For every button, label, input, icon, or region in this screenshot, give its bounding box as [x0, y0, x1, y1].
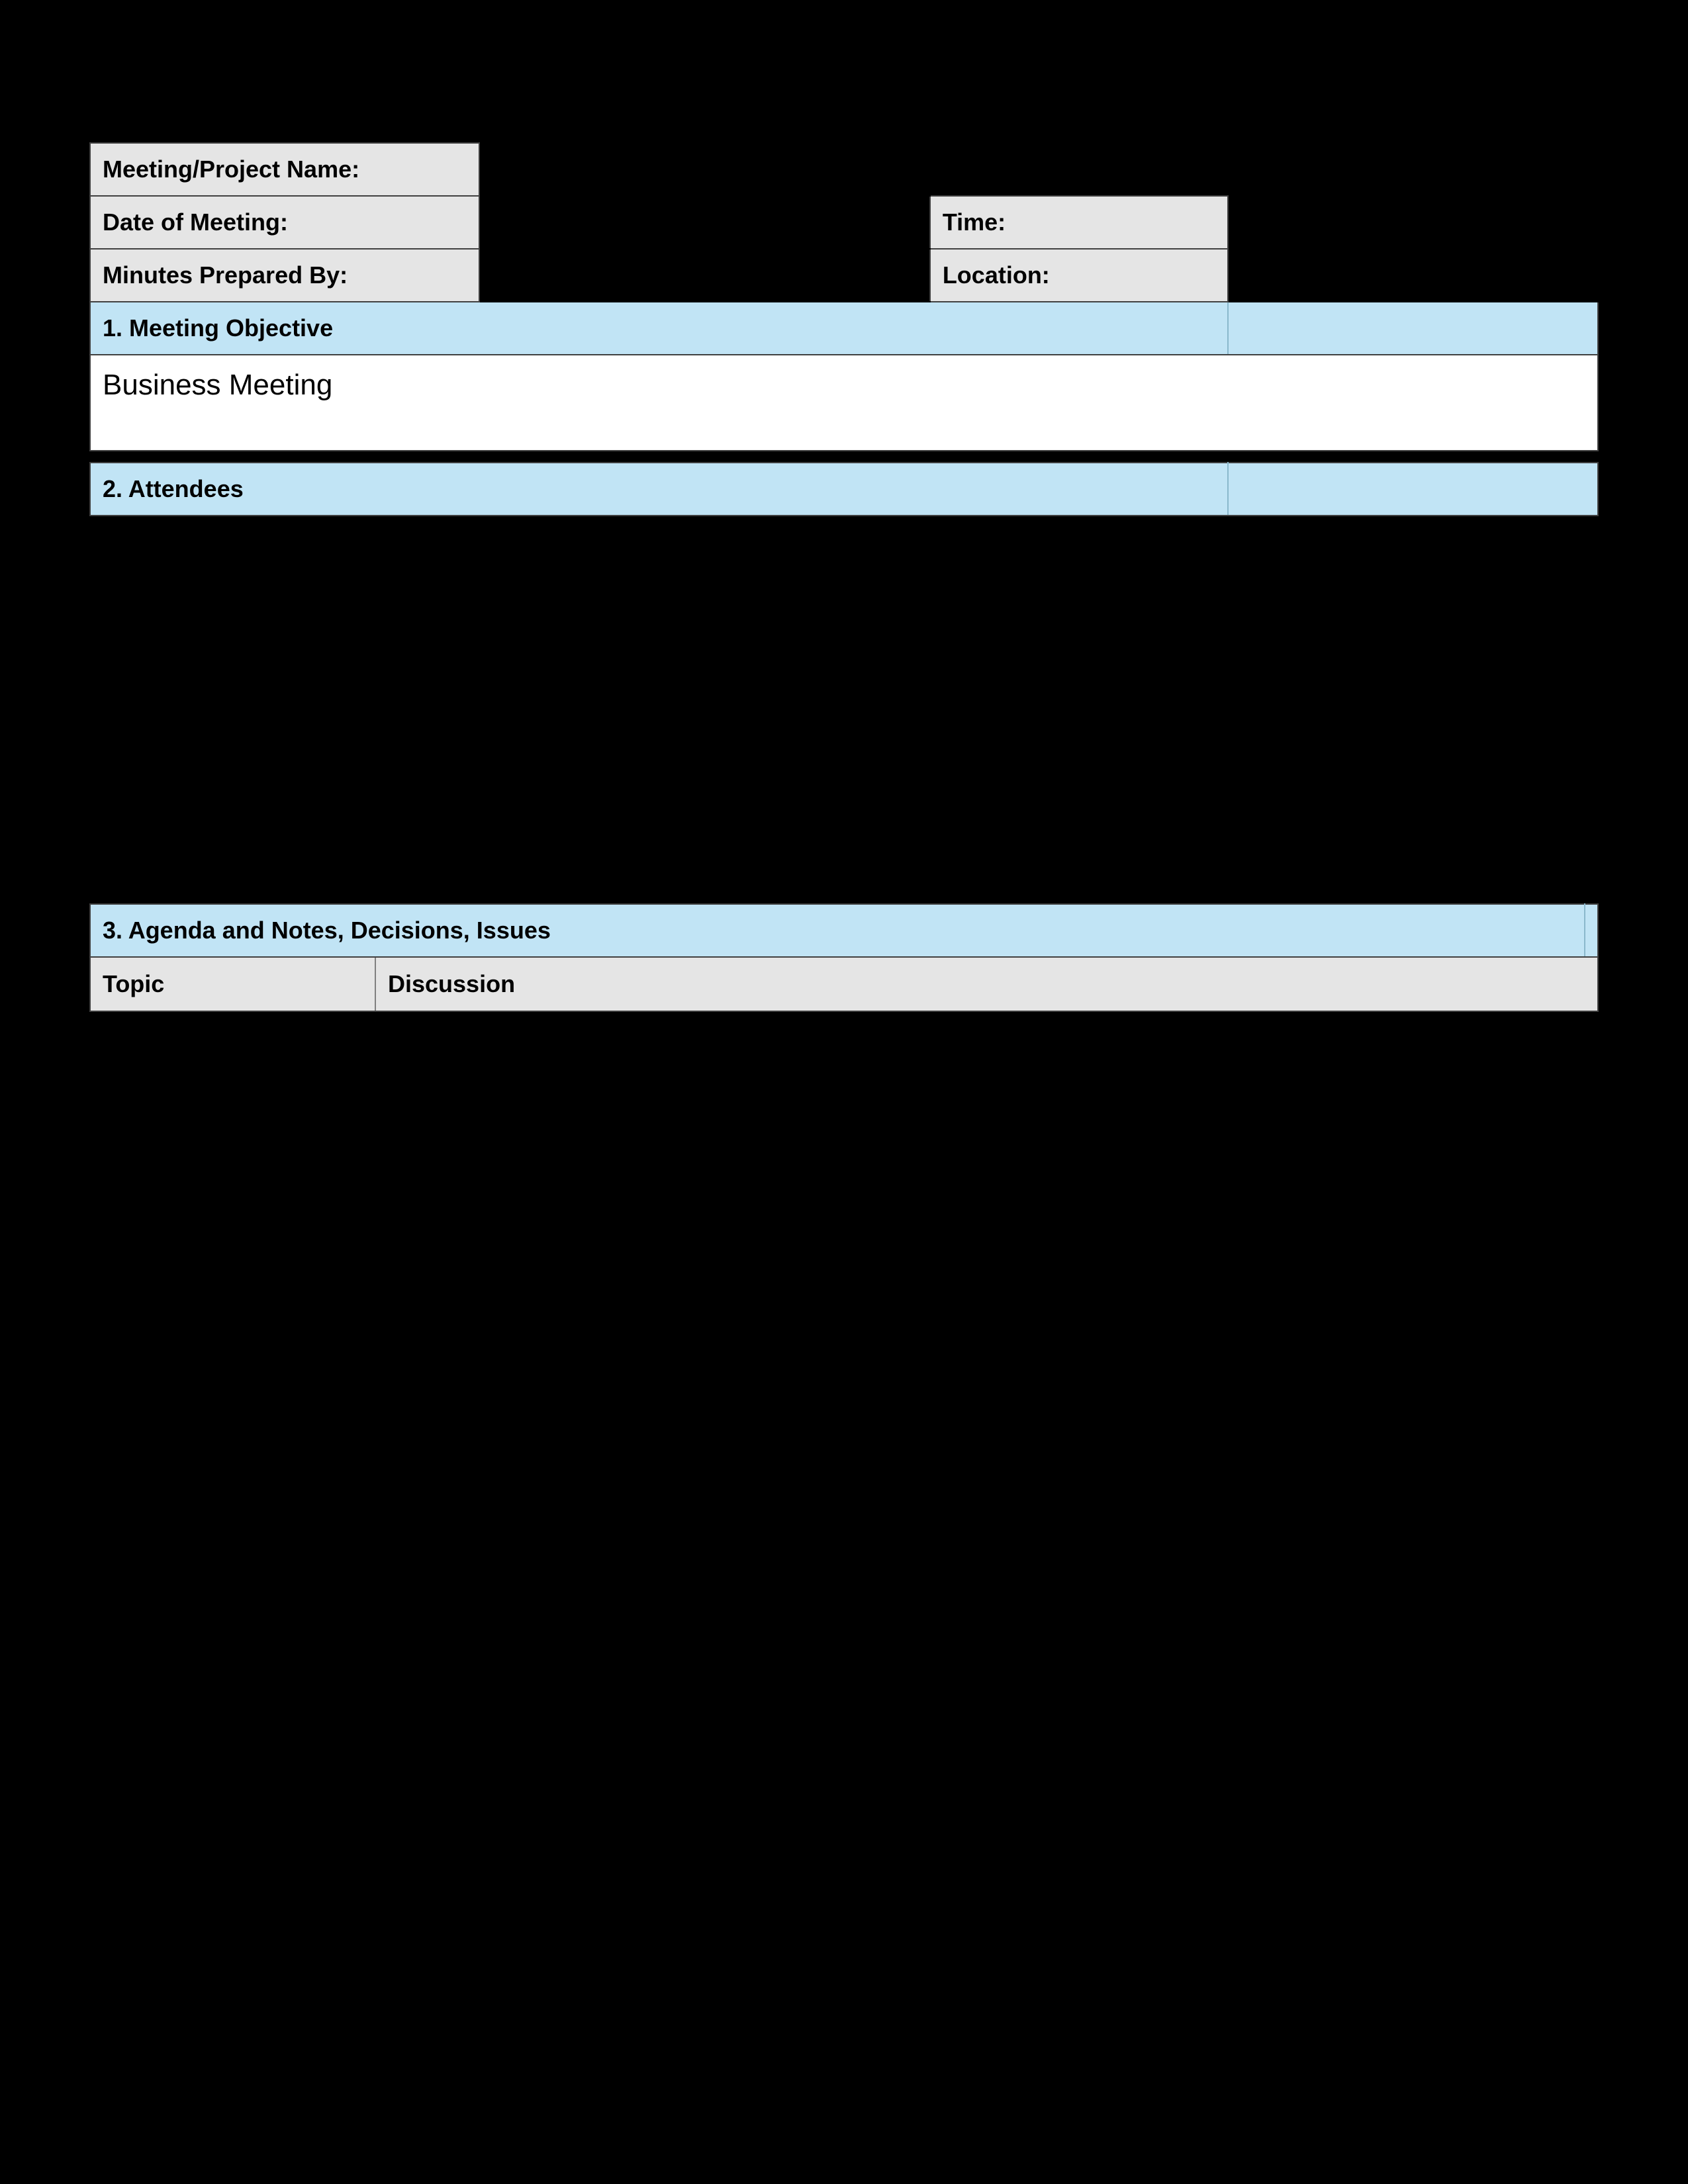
agenda-col-topic: Topic	[91, 958, 375, 1011]
date-value[interactable]	[479, 196, 930, 249]
document-page: Meeting/Project Name: Date of Meeting: T…	[0, 0, 1688, 2184]
empty-cell	[930, 143, 1228, 196]
location-value[interactable]	[1228, 249, 1598, 302]
agenda-table: 3. Agenda and Notes, Decisions, Issues T…	[89, 903, 1599, 1012]
time-value[interactable]	[1228, 196, 1598, 249]
section-2-title: 2. Attendees	[90, 463, 1228, 516]
empty-cell	[1228, 143, 1598, 196]
time-label: Time:	[930, 196, 1228, 249]
meeting-name-label: Meeting/Project Name:	[90, 143, 479, 196]
location-label: Location:	[930, 249, 1228, 302]
agenda-col-discussion: Discussion	[375, 958, 1597, 1011]
meeting-objective-value[interactable]: Business Meeting	[90, 355, 1598, 451]
minutes-by-label: Minutes Prepared By:	[90, 249, 479, 302]
section-1-title: 1. Meeting Objective	[90, 302, 1228, 355]
section-3-title: 3. Agenda and Notes, Decisions, Issues	[90, 904, 1585, 957]
gap-row	[90, 451, 1598, 463]
meeting-metadata-table: Meeting/Project Name: Date of Meeting: T…	[89, 142, 1599, 516]
agenda-columns-row: Topic Discussion	[91, 958, 1597, 1011]
date-label: Date of Meeting:	[90, 196, 479, 249]
section-1-accent	[1228, 302, 1598, 355]
minutes-by-value[interactable]	[479, 249, 930, 302]
meeting-name-value[interactable]	[479, 143, 930, 196]
section-2-accent	[1228, 463, 1598, 516]
section-3-accent	[1585, 904, 1598, 957]
